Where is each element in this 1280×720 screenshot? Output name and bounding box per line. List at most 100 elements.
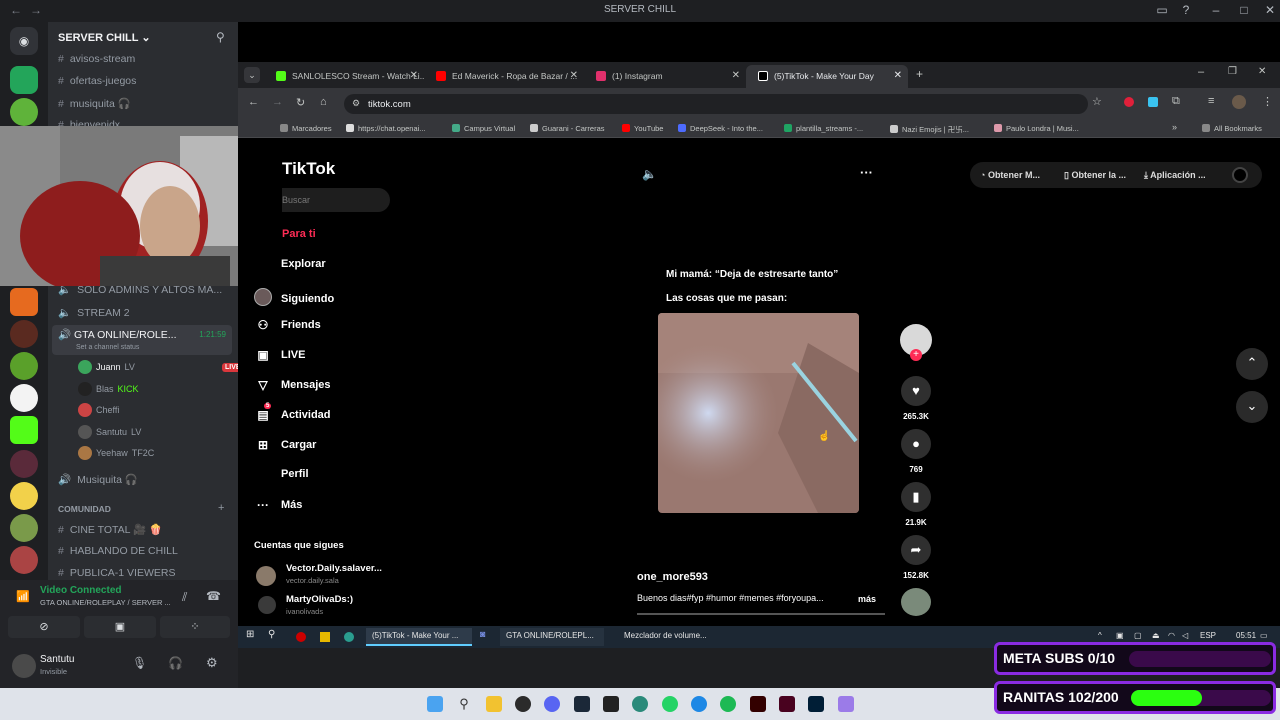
bookmark-item[interactable]: Nazi Emojis | 卍卐... xyxy=(890,124,969,135)
new-tab-icon[interactable]: + xyxy=(916,67,923,81)
channel-item[interactable]: # PUBLICA-1 VIEWERS xyxy=(58,567,175,579)
voice-channel-item[interactable]: 🔊 Musiquita 🎧 xyxy=(58,473,138,486)
voice-user[interactable]: Blas KICK xyxy=(78,382,139,396)
chrome-icon[interactable] xyxy=(515,696,531,712)
search-icon[interactable]: ⚲ xyxy=(268,629,275,640)
channel-item[interactable]: # HABLANDO DE CHILL xyxy=(58,545,178,557)
follow-plus-icon[interactable]: + xyxy=(910,349,922,361)
nav-more[interactable]: ··· Más xyxy=(254,498,302,512)
browser-tab[interactable]: (1) Instagram ✕ xyxy=(584,65,746,88)
server-icon-9[interactable] xyxy=(10,514,38,542)
epic-games-icon[interactable] xyxy=(603,696,619,712)
channel-item[interactable]: # avisos-stream xyxy=(58,53,135,65)
tray-app-icon[interactable]: ▢ xyxy=(1134,631,1142,640)
microphone-icon[interactable]: 🎙 xyxy=(132,656,147,670)
close-tab-icon[interactable]: ✕ xyxy=(570,70,578,81)
close-window-icon[interactable]: ✕ xyxy=(1258,66,1266,77)
browser-tab[interactable]: Ed Maverick - Ropa de Bazar / ... ✕ xyxy=(424,65,584,88)
taskbar-item[interactable]: GTA ONLINE/ROLEPL... xyxy=(500,628,604,646)
back-icon[interactable]: ← xyxy=(248,96,259,108)
bookmark-item[interactable]: plantilla_streams -... xyxy=(784,124,863,133)
search-input[interactable]: Buscar xyxy=(282,188,390,212)
close-tab-icon[interactable]: ✕ xyxy=(732,70,740,81)
app-icon[interactable] xyxy=(691,696,707,712)
see-more-link[interactable]: más xyxy=(858,594,876,604)
share-button[interactable]: ➦ 152.8K xyxy=(900,535,932,580)
bookmark-item[interactable]: YouTube xyxy=(622,124,663,133)
headphones-icon[interactable]: 🎧 xyxy=(168,656,183,670)
disconnect-icon[interactable]: ☎ xyxy=(206,589,221,603)
extension-icon[interactable] xyxy=(1148,97,1158,107)
spotify-icon[interactable] xyxy=(720,696,736,712)
nav-activity[interactable]: ▤ 5 Actividad xyxy=(254,403,331,422)
previous-video-button[interactable]: ⌃ xyxy=(1236,348,1268,380)
bookmark-item[interactable]: DeepSeek - Into the... xyxy=(678,124,763,133)
active-voice-channel[interactable]: 🔊 GTA ONLINE/ROLE... 1:21:59 Set a chann… xyxy=(52,325,232,355)
discord-icon[interactable] xyxy=(544,696,560,712)
avatar[interactable] xyxy=(256,566,276,586)
voice-channel-item[interactable]: 🔈 STREAM 2 xyxy=(58,306,130,319)
voice-user[interactable]: Yeehaw TF2C xyxy=(78,446,154,460)
nav-explore[interactable]: Explorar xyxy=(254,258,326,270)
reload-icon[interactable]: ↻ xyxy=(296,96,305,109)
inbox-icon[interactable]: ▭ xyxy=(1154,3,1170,17)
avatar[interactable] xyxy=(258,596,276,614)
notifications-icon[interactable]: ▭ xyxy=(1260,631,1268,640)
comment-button[interactable]: ● 769 xyxy=(900,429,932,474)
bookmark-item[interactable]: Marcadores xyxy=(280,124,332,133)
nav-friends[interactable]: ⚇ Friends xyxy=(254,318,321,332)
taskbar-item-active[interactable]: (5)TikTok - Make Your ... xyxy=(366,628,472,646)
browser-tab-active[interactable]: (5)TikTok - Make Your Day ✕ xyxy=(746,65,908,88)
edge-icon[interactable] xyxy=(632,696,648,712)
activities-button[interactable]: ⁘ xyxy=(160,616,230,638)
tab-search-icon[interactable]: ⌄ xyxy=(244,67,260,83)
video-author[interactable]: one_more593 xyxy=(637,571,708,583)
noise-suppression-icon[interactable]: ⫽ xyxy=(182,590,187,605)
minimize-icon[interactable]: – xyxy=(1208,3,1224,17)
camera-off-button[interactable]: ⊘ xyxy=(8,616,80,638)
start-icon[interactable] xyxy=(427,696,443,712)
music-disc-icon[interactable] xyxy=(901,588,931,616)
nav-upload[interactable]: ⊞ Cargar xyxy=(254,438,317,452)
bookmark-item[interactable]: Paulo Londra | Musi... xyxy=(994,124,1079,133)
bookmark-item[interactable]: Campus Virtual xyxy=(452,124,515,133)
more-options-icon[interactable]: ··· xyxy=(860,165,873,180)
volume-icon[interactable]: 🔈 xyxy=(642,167,657,181)
nav-messages[interactable]: ▽ Mensajes xyxy=(254,378,330,392)
search-icon[interactable]: ⚲ xyxy=(456,696,472,712)
profile-avatar-icon[interactable] xyxy=(1232,167,1248,183)
tray-chevron-icon[interactable]: ^ xyxy=(1098,631,1102,640)
forward-icon[interactable]: → xyxy=(272,96,283,108)
whatsapp-icon[interactable] xyxy=(662,696,678,712)
channel-item[interactable]: # CINE TOTAL 🎥 🍿 xyxy=(58,523,162,536)
add-member-icon[interactable]: ⚲ xyxy=(216,30,225,44)
photoshop-icon[interactable] xyxy=(808,696,824,712)
nav-for-you[interactable]: Para ti xyxy=(282,228,316,240)
like-button[interactable]: ♥ 265.3K xyxy=(900,376,932,421)
avatar[interactable] xyxy=(12,654,36,678)
profile-avatar-icon[interactable] xyxy=(1232,95,1246,109)
taskbar-item[interactable]: Mezclador de volume... xyxy=(610,628,714,646)
app-icon[interactable] xyxy=(296,632,306,642)
nav-following[interactable]: Siguiendo xyxy=(254,288,334,309)
start-icon[interactable]: ⊞ xyxy=(246,629,254,640)
channel-item[interactable]: # ofertas-juegos xyxy=(58,75,136,87)
extension-icon[interactable] xyxy=(1124,97,1134,107)
browser-menu-icon[interactable]: ⋮ xyxy=(1262,95,1273,108)
address-bar[interactable]: ⚙ tiktok.com xyxy=(344,94,1088,114)
illustrator-icon[interactable] xyxy=(750,696,766,712)
channel-item[interactable]: # musiquita 🎧 xyxy=(58,97,131,110)
server-icon-4[interactable] xyxy=(10,320,38,348)
bookmark-item[interactable]: https://chat.openai... xyxy=(346,124,426,133)
maximize-icon[interactable]: □ xyxy=(1236,3,1252,17)
video-progress-bar[interactable] xyxy=(637,613,885,615)
desktop-app-button[interactable]: ⤓ Aplicación ... xyxy=(1144,170,1206,181)
nav-live[interactable]: ▣ LIVE xyxy=(254,348,305,362)
screen-share-button[interactable]: ▣ xyxy=(84,616,156,638)
following-account-name[interactable]: MartyOlivaDs:) xyxy=(286,594,353,605)
add-channel-icon[interactable]: + xyxy=(218,502,224,514)
usb-icon[interactable]: ⏏ xyxy=(1152,631,1160,640)
channel-status[interactable]: Set a channel status xyxy=(76,344,139,351)
settings-gear-icon[interactable]: ⚙ xyxy=(206,655,218,671)
discord-home-icon[interactable]: ◉ xyxy=(10,27,38,55)
